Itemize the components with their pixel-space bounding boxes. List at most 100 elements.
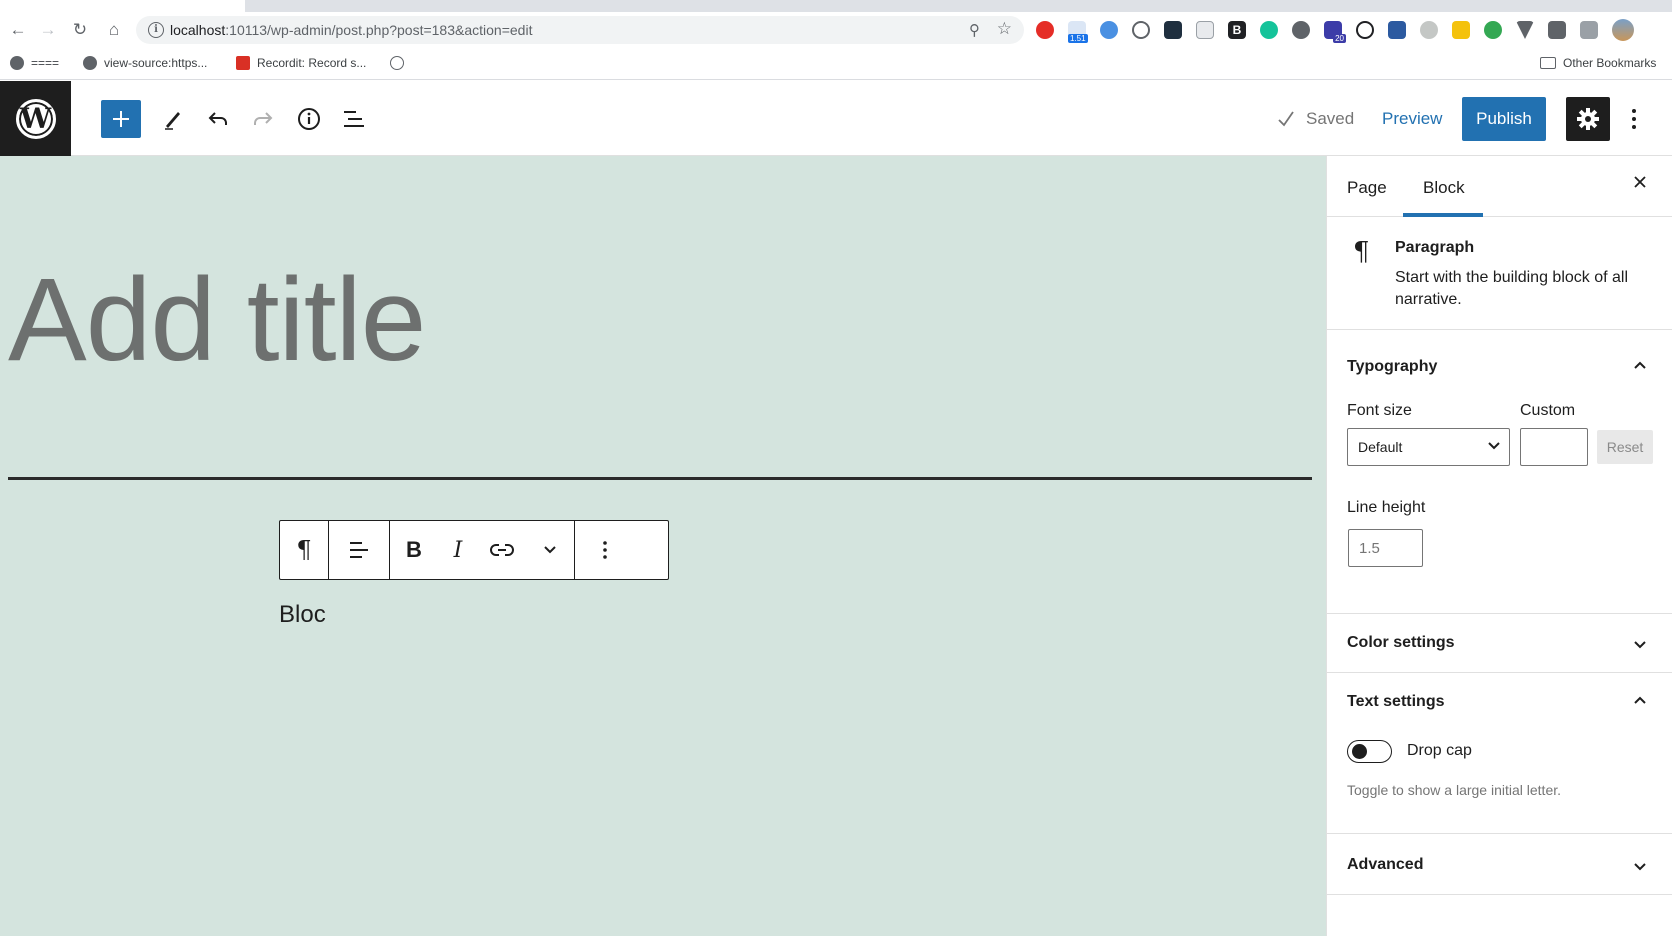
alignment-group xyxy=(329,521,390,579)
custom-font-size-input[interactable] xyxy=(1520,428,1588,466)
paragraph-block[interactable]: Bloc xyxy=(279,601,326,629)
block-options-button[interactable] xyxy=(575,521,635,579)
reload-icon[interactable]: ↻ xyxy=(70,20,90,40)
text-settings-panel-toggle[interactable]: Text settings xyxy=(1347,693,1445,711)
post-title-input[interactable]: Add title xyxy=(8,252,426,388)
advanced-panel[interactable]: Advanced xyxy=(1327,834,1672,895)
block-type-button[interactable]: ¶ xyxy=(280,521,328,579)
bold-extension-icon[interactable]: B xyxy=(1228,21,1246,39)
align-left-icon xyxy=(350,542,368,558)
list-view-button[interactable] xyxy=(335,100,373,138)
info-icon xyxy=(298,108,320,130)
align-button[interactable] xyxy=(329,521,389,579)
extension-icon[interactable] xyxy=(1388,21,1406,39)
paragraph-icon: ¶ xyxy=(1353,237,1370,267)
profile-avatar[interactable] xyxy=(1612,19,1634,41)
bookmark-star-icon[interactable]: ☆ xyxy=(997,19,1012,39)
bold-button[interactable]: B xyxy=(390,521,438,579)
puzzle-extension-icon[interactable] xyxy=(1548,21,1566,39)
home-icon[interactable]: ⌂ xyxy=(104,20,124,40)
advanced-panel-toggle[interactable]: Advanced xyxy=(1347,856,1423,874)
globe-icon xyxy=(83,56,97,70)
chevron-up-icon[interactable] xyxy=(1632,358,1648,374)
redo-icon xyxy=(254,112,273,125)
extension-icon[interactable] xyxy=(1484,21,1502,39)
bookmark-item[interactable]: ==== xyxy=(10,56,59,70)
forward-icon[interactable]: → xyxy=(38,20,58,40)
extension-icon[interactable] xyxy=(1196,21,1214,39)
chevron-up-icon[interactable] xyxy=(1632,693,1648,709)
add-block-button[interactable] xyxy=(101,100,141,138)
reading-list-icon[interactable] xyxy=(1580,21,1598,39)
check-icon xyxy=(1278,111,1294,127)
zoom-icon[interactable]: ⚲ xyxy=(969,21,980,39)
preview-button[interactable]: Preview xyxy=(1382,109,1442,129)
options-menu-button[interactable] xyxy=(1622,100,1646,138)
publish-button[interactable]: Publish xyxy=(1462,97,1546,141)
chevron-down-icon[interactable] xyxy=(1632,858,1648,874)
pencil-icon xyxy=(165,112,180,130)
link-button[interactable] xyxy=(478,521,526,579)
extension-icon[interactable] xyxy=(1356,21,1374,39)
details-button[interactable] xyxy=(290,100,328,138)
tools-button[interactable] xyxy=(154,100,192,138)
color-settings-panel-toggle[interactable]: Color settings xyxy=(1347,634,1455,652)
grammarly-extension-icon[interactable] xyxy=(1260,21,1278,39)
browser-tab-active[interactable] xyxy=(0,0,245,12)
extension-icon[interactable]: 1.51 xyxy=(1068,21,1088,43)
separator-block[interactable] xyxy=(8,477,1312,480)
font-size-select[interactable]: Default xyxy=(1347,428,1510,466)
bold-icon: B xyxy=(406,537,422,562)
globe-icon xyxy=(10,56,24,70)
site-info-icon[interactable]: i xyxy=(148,22,164,38)
editor-canvas: Add title ¶ B I Bloc xyxy=(0,156,1326,936)
bookmark-item[interactable]: Recordit: Record s... xyxy=(236,56,366,70)
extension-icon[interactable] xyxy=(1452,21,1470,39)
block-card: ¶ Paragraph Start with the building bloc… xyxy=(1327,217,1672,330)
more-formats-button[interactable] xyxy=(526,521,574,579)
tab-block[interactable]: Block xyxy=(1423,178,1465,198)
typography-panel-toggle[interactable]: Typography xyxy=(1347,358,1437,376)
bookmark-item[interactable] xyxy=(390,56,411,70)
undo-button[interactable] xyxy=(199,100,237,138)
undo-icon xyxy=(208,112,227,125)
extension-icon[interactable] xyxy=(1132,21,1150,39)
more-vertical-icon xyxy=(603,541,607,559)
extension-icon[interactable] xyxy=(1420,21,1438,39)
format-group: B I xyxy=(390,521,575,579)
address-bar[interactable]: i localhost:10113/wp-admin/post.php?post… xyxy=(136,16,1024,44)
bookmark-item[interactable]: view-source:https... xyxy=(83,56,207,70)
chevron-down-icon xyxy=(1488,442,1500,450)
close-sidebar-button[interactable] xyxy=(1633,172,1647,195)
drop-cap-label: Drop cap xyxy=(1407,742,1472,759)
back-icon[interactable]: ← xyxy=(8,20,28,40)
block-toolbar: ¶ B I xyxy=(279,520,669,580)
list-view-icon xyxy=(344,111,364,127)
settings-button[interactable] xyxy=(1566,97,1610,141)
tab-page[interactable]: Page xyxy=(1347,178,1387,198)
chevron-down-icon[interactable] xyxy=(1632,636,1648,652)
school-extension-icon[interactable]: 20 xyxy=(1324,21,1346,43)
recordit-icon xyxy=(236,56,250,70)
block-card-title: Paragraph xyxy=(1395,239,1475,256)
wordpress-logo-button[interactable]: W xyxy=(0,81,71,156)
chevron-down-icon xyxy=(544,546,556,554)
address-url[interactable]: localhost:10113/wp-admin/post.php?post=1… xyxy=(170,22,532,38)
browser-tabstrip xyxy=(0,0,1672,12)
block-switcher-group: ¶ xyxy=(280,521,329,579)
line-height-input[interactable]: 1.5 xyxy=(1348,529,1423,567)
opera-extension-icon[interactable] xyxy=(1036,21,1054,39)
react-extension-icon[interactable] xyxy=(1164,21,1182,39)
extension-icon[interactable] xyxy=(1516,21,1534,39)
browser-toolbar: ← → ↻ ⌂ i localhost:10113/wp-admin/post.… xyxy=(0,12,1672,48)
reset-font-size-button[interactable]: Reset xyxy=(1597,430,1653,464)
color-settings-panel[interactable]: Color settings xyxy=(1327,614,1672,673)
extension-icon[interactable] xyxy=(1100,21,1118,39)
gear-extension-icon[interactable] xyxy=(1292,21,1310,39)
drop-cap-toggle[interactable] xyxy=(1347,740,1392,763)
other-bookmarks[interactable]: Other Bookmarks xyxy=(1540,56,1656,70)
drop-cap-help-text: Toggle to show a large initial letter. xyxy=(1347,782,1562,798)
redo-button[interactable] xyxy=(244,100,282,138)
toggle-knob xyxy=(1352,744,1367,759)
italic-button[interactable]: I xyxy=(438,521,478,579)
